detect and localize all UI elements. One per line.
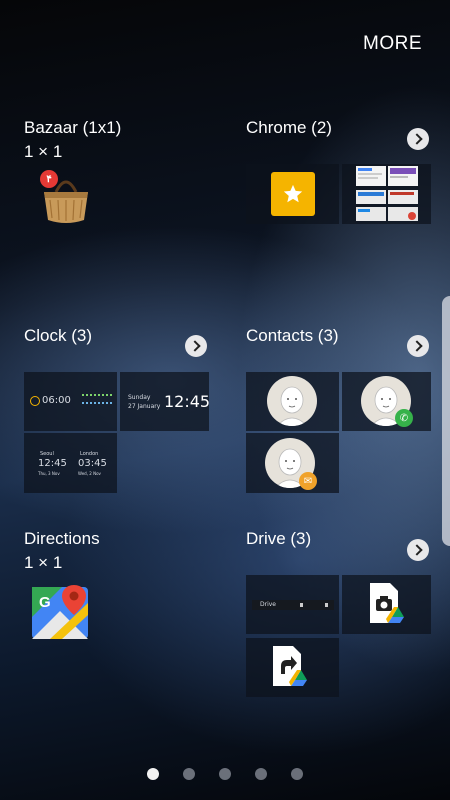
chrome-bookmark-preview[interactable]	[246, 164, 339, 224]
city2-time: 03:45	[78, 458, 107, 469]
bazaar-bag-icon[interactable]: ۴	[40, 170, 92, 224]
page-dot-4[interactable]	[255, 768, 267, 780]
widget-title: Directions	[24, 529, 100, 548]
city1-name: Seoul	[40, 451, 54, 457]
more-button[interactable]: MORE	[363, 33, 422, 55]
clock-dual-preview[interactable]: Seoul 12:45 Thu, 3 Nov London 03:45 Wed,…	[24, 433, 117, 493]
maps-icon[interactable]: G	[30, 581, 90, 641]
widget-size: 1 × 1	[24, 142, 63, 161]
page-dot-5[interactable]	[291, 768, 303, 780]
city2-date: Wed, 2 Nov	[78, 471, 101, 476]
direct-dial-preview[interactable]: ✆	[342, 372, 431, 431]
alarm-days-dots	[82, 394, 112, 404]
bookmarks-thumbnails-icon	[356, 166, 418, 221]
page-indicator	[0, 768, 450, 780]
edge-panel-handle[interactable]	[442, 296, 450, 546]
widget-title: Bazaar (1x1)	[24, 118, 122, 137]
clock-digital-preview[interactable]: Sunday 27 January 12:45	[120, 372, 209, 431]
city1-date: Thu, 3 Nov	[38, 471, 60, 476]
clock-alarm-preview[interactable]: 06:00	[24, 372, 117, 431]
direct-message-preview[interactable]: ✉	[246, 433, 339, 493]
drive-toolbar: Drive	[252, 600, 334, 610]
chevron-right-icon[interactable]	[407, 539, 429, 561]
contact-shortcut-preview[interactable]	[246, 372, 339, 431]
alarm-icon	[30, 396, 40, 406]
contact-avatar-icon	[267, 376, 317, 426]
drive-file-shortcut-preview[interactable]	[246, 638, 339, 697]
notification-badge: ۴	[40, 170, 58, 188]
chevron-right-icon[interactable]	[407, 128, 429, 150]
clock-big-time: 12:45	[164, 392, 209, 411]
drive-scan-preview[interactable]	[342, 575, 431, 634]
alarm-time: 06:00	[42, 395, 71, 406]
phone-icon: ✆	[395, 409, 413, 427]
drive-bar-label: Drive	[260, 601, 276, 608]
drive-toolbar-icons	[300, 603, 328, 607]
clock-day: Sunday	[128, 394, 151, 401]
email-icon: ✉	[299, 472, 317, 490]
drive-quick-actions-preview[interactable]: Drive	[246, 575, 339, 634]
star-icon	[271, 172, 315, 216]
widget-directions[interactable]: Directions 1 × 1 G	[24, 529, 214, 649]
chevron-right-icon[interactable]	[407, 335, 429, 357]
city2-name: London	[80, 451, 99, 457]
chrome-bookmarks-preview[interactable]	[342, 164, 431, 224]
chevron-right-icon[interactable]	[185, 335, 207, 357]
shortcut-file-icon	[271, 646, 311, 697]
svg-text:G: G	[39, 594, 51, 611]
widget-bazaar[interactable]: Bazaar (1x1) 1 × 1 ۴	[24, 118, 214, 238]
camera-file-icon	[368, 583, 408, 634]
city1-time: 12:45	[38, 458, 67, 469]
page-dot-3[interactable]	[219, 768, 231, 780]
widget-size: 1 × 1	[24, 553, 63, 572]
clock-date: 27 January	[128, 403, 161, 410]
page-dot-1[interactable]	[147, 768, 159, 780]
page-dot-2[interactable]	[183, 768, 195, 780]
